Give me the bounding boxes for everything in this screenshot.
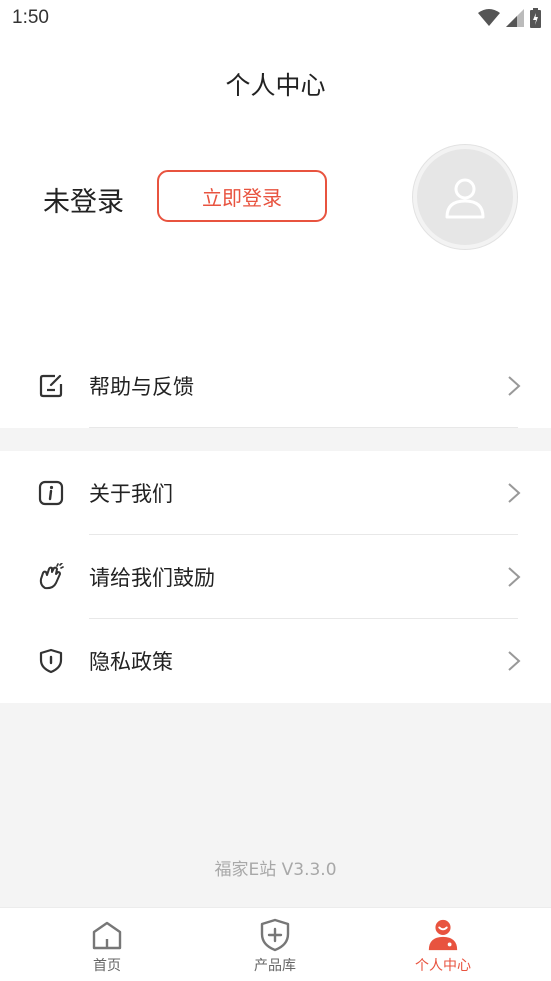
chevron-right-icon	[508, 651, 521, 671]
chevron-right-icon	[508, 376, 521, 396]
menu-label: 关于我们	[89, 482, 173, 506]
home-icon	[90, 917, 124, 953]
avatar[interactable]	[413, 145, 517, 249]
person-icon	[426, 917, 460, 953]
login-status-text: 未登录	[43, 187, 124, 218]
shield-icon	[37, 647, 65, 675]
chevron-right-icon	[508, 483, 521, 503]
battery-icon	[530, 8, 541, 28]
status-icons	[478, 8, 541, 28]
login-button[interactable]: 立即登录	[157, 170, 327, 222]
tab-home[interactable]: 首页	[52, 908, 162, 981]
menu-label: 帮助与反馈	[89, 375, 194, 399]
info-icon	[37, 479, 65, 507]
menu-item-about-us[interactable]: 关于我们	[0, 451, 551, 535]
shield-plus-icon	[258, 917, 292, 953]
wifi-icon	[478, 9, 500, 26]
menu-group-help: 帮助与反馈	[0, 344, 551, 428]
status-bar: 1:50	[0, 0, 551, 38]
tab-personal-center[interactable]: 个人中心	[388, 908, 498, 981]
signal-icon	[506, 9, 524, 27]
app-version: 福家E站 V3.3.0	[214, 860, 337, 880]
tab-label: 个人中心	[415, 958, 471, 974]
section-separator	[0, 428, 551, 451]
menu-item-help-feedback[interactable]: 帮助与反馈	[0, 344, 551, 428]
menu-item-privacy-policy[interactable]: 隐私政策	[0, 619, 551, 703]
bottom-tab-bar: 首页 产品库 个人中心	[0, 907, 551, 981]
tab-product-library[interactable]: 产品库	[220, 908, 330, 981]
edit-icon	[37, 372, 65, 400]
tab-label: 产品库	[254, 958, 296, 974]
tab-label: 首页	[93, 958, 121, 974]
menu-item-encourage-us[interactable]: 请给我们鼓励	[0, 535, 551, 619]
menu-label: 请给我们鼓励	[89, 566, 215, 590]
chevron-right-icon	[508, 567, 521, 587]
menu-group-about: 关于我们 请给我们鼓励 隐私政策	[0, 451, 551, 703]
menu-label: 隐私政策	[89, 650, 173, 674]
status-time: 1:50	[12, 7, 49, 28]
user-icon	[445, 178, 485, 219]
clap-icon	[37, 563, 65, 591]
page-title: 个人中心	[225, 71, 326, 100]
